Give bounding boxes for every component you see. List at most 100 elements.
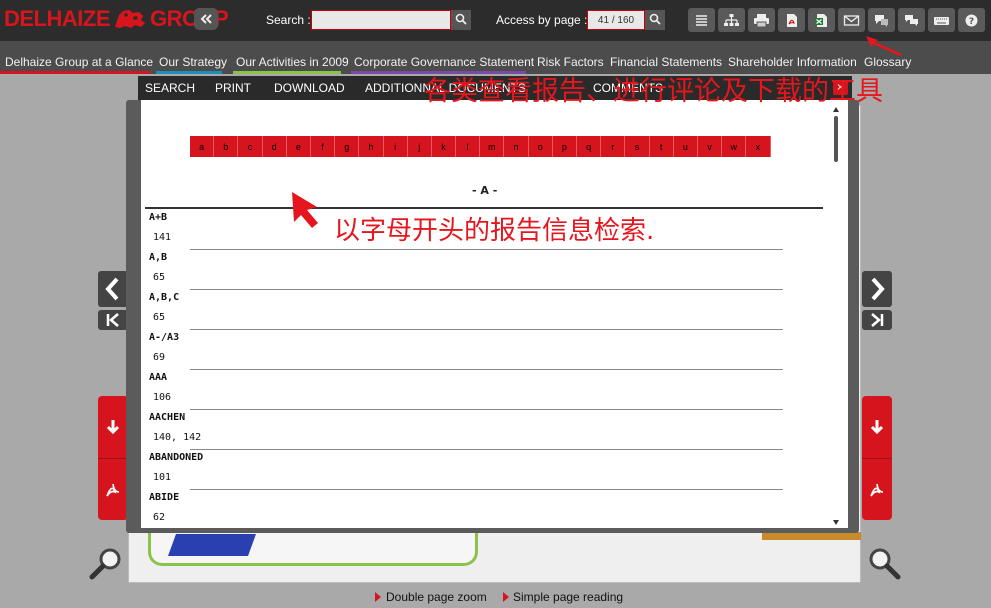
alphabet-index: a b c d e f g h i j k l m n o p q r s t …	[190, 136, 771, 157]
glossary-pages[interactable]: 141	[153, 232, 171, 243]
keyboard-button[interactable]	[928, 8, 955, 32]
search-button[interactable]	[451, 10, 471, 30]
comments-icon	[905, 14, 918, 26]
entry-divider	[190, 449, 783, 450]
letter-d[interactable]: d	[262, 136, 287, 157]
sitemap-icon	[724, 13, 739, 26]
nav-item-glossary[interactable]: Glossary	[864, 55, 911, 69]
scrollbar[interactable]	[832, 106, 840, 526]
letter-f[interactable]: f	[310, 136, 336, 157]
rewind-button[interactable]	[194, 8, 218, 30]
zoom-left-icon[interactable]	[88, 546, 124, 582]
simple-page-reading-link[interactable]: Simple page reading	[513, 590, 623, 604]
letter-n[interactable]: n	[504, 136, 529, 157]
letter-m[interactable]: m	[480, 136, 505, 157]
tab-download[interactable]: DOWNLOAD	[274, 81, 345, 95]
sitemap-button[interactable]	[718, 8, 745, 32]
glossary-pages[interactable]: 65	[153, 312, 165, 323]
nav-item-activities[interactable]: Our Activities in 2009	[236, 55, 349, 69]
glossary-term[interactable]: A-/A3	[149, 332, 179, 343]
glossary-pages[interactable]: 69	[153, 352, 165, 363]
glossary-pages[interactable]: 140, 142	[153, 432, 201, 443]
nav-item-strategy[interactable]: Our Strategy	[159, 55, 227, 69]
pdf-icon[interactable]	[104, 480, 122, 498]
print-button[interactable]	[748, 8, 775, 32]
pdf-button[interactable]	[778, 8, 805, 32]
svg-text:?: ?	[969, 17, 974, 27]
double-page-zoom-link[interactable]: Double page zoom	[386, 590, 487, 604]
letter-t[interactable]: t	[649, 136, 674, 157]
letter-j[interactable]: j	[407, 136, 432, 157]
nav-item-risk[interactable]: Risk Factors	[537, 55, 604, 69]
zoom-right-icon[interactable]	[866, 546, 902, 582]
list-icon	[696, 14, 707, 26]
nav-item-glance[interactable]: Delhaize Group at a Glance	[5, 55, 153, 69]
glossary-term[interactable]: AAA	[149, 372, 167, 383]
letter-o[interactable]: o	[528, 136, 553, 157]
mail-button[interactable]	[838, 8, 865, 32]
scrollbar-thumb[interactable]	[834, 116, 838, 162]
glossary-term[interactable]: A,B,C	[149, 292, 179, 303]
letter-e[interactable]: e	[286, 136, 311, 157]
entry-divider	[190, 249, 783, 250]
glossary-pages[interactable]: 62	[153, 512, 165, 523]
book-orange-bar	[762, 532, 861, 540]
help-button[interactable]: ?	[958, 8, 985, 32]
first-page-button[interactable]	[98, 310, 128, 330]
letter-c[interactable]: c	[238, 136, 263, 157]
letter-k[interactable]: k	[431, 136, 457, 157]
left-download-panel	[98, 396, 128, 520]
excel-button[interactable]	[808, 8, 835, 32]
letter-l[interactable]: l	[456, 136, 481, 157]
search-input[interactable]	[311, 10, 451, 30]
page-go-button[interactable]	[645, 10, 665, 30]
page-number-input[interactable]	[587, 10, 645, 30]
letter-r[interactable]: r	[601, 136, 626, 157]
glossary-term[interactable]: AACHEN	[149, 412, 185, 423]
tool-buttons: ?	[688, 8, 985, 32]
letter-s[interactable]: s	[625, 136, 650, 157]
letter-p[interactable]: p	[552, 136, 577, 157]
glossary-pages[interactable]: 101	[153, 472, 171, 483]
pdf-icon	[787, 13, 797, 27]
nav-underline-activities	[233, 71, 341, 74]
list-button[interactable]	[688, 8, 715, 32]
glossary-pages[interactable]: 65	[153, 272, 165, 283]
tab-print[interactable]: PRINT	[215, 81, 251, 95]
nav-item-financial[interactable]: Financial Statements	[610, 55, 722, 69]
right-download-panel	[862, 396, 892, 520]
glossary-term[interactable]: A,B	[149, 252, 167, 263]
page-access-label: Access by page :	[496, 13, 588, 27]
comment-icon	[875, 14, 888, 27]
glossary-term[interactable]: ABANDONED	[149, 452, 203, 463]
last-page-button[interactable]	[862, 310, 892, 330]
search-icon	[649, 13, 661, 25]
nav-item-shareholder[interactable]: Shareholder Information	[728, 55, 857, 69]
letter-h[interactable]: h	[359, 136, 384, 157]
download-arrow-icon[interactable]	[104, 418, 122, 436]
last-page-icon	[871, 313, 884, 327]
comment-button[interactable]	[868, 8, 895, 32]
glossary-pages[interactable]: 106	[153, 392, 171, 403]
glossary-term[interactable]: A+B	[149, 212, 167, 223]
glossary-term[interactable]: ABIDE	[149, 492, 179, 503]
letter-x[interactable]: x	[746, 136, 771, 157]
letter-b[interactable]: b	[214, 136, 239, 157]
pdf-icon[interactable]	[868, 480, 886, 498]
double-chevron-left-icon	[200, 14, 212, 24]
letter-g[interactable]: g	[335, 136, 360, 157]
annotation-tools: 各类查看报告、进行评论及下载的工具	[424, 76, 883, 107]
download-arrow-icon[interactable]	[868, 418, 886, 436]
letter-u[interactable]: u	[673, 136, 698, 157]
comments-button[interactable]	[898, 8, 925, 32]
prev-page-button[interactable]	[98, 271, 128, 307]
letter-q[interactable]: q	[577, 136, 602, 157]
nav-item-governance[interactable]: Corporate Governance Statement	[354, 55, 534, 69]
tab-search[interactable]: SEARCH	[145, 81, 195, 95]
letter-a[interactable]: a	[190, 136, 215, 157]
next-page-button[interactable]	[862, 271, 892, 307]
letter-i[interactable]: i	[383, 136, 408, 157]
letter-v[interactable]: v	[697, 136, 723, 157]
entry-divider	[190, 409, 783, 410]
letter-w[interactable]: w	[722, 136, 747, 157]
